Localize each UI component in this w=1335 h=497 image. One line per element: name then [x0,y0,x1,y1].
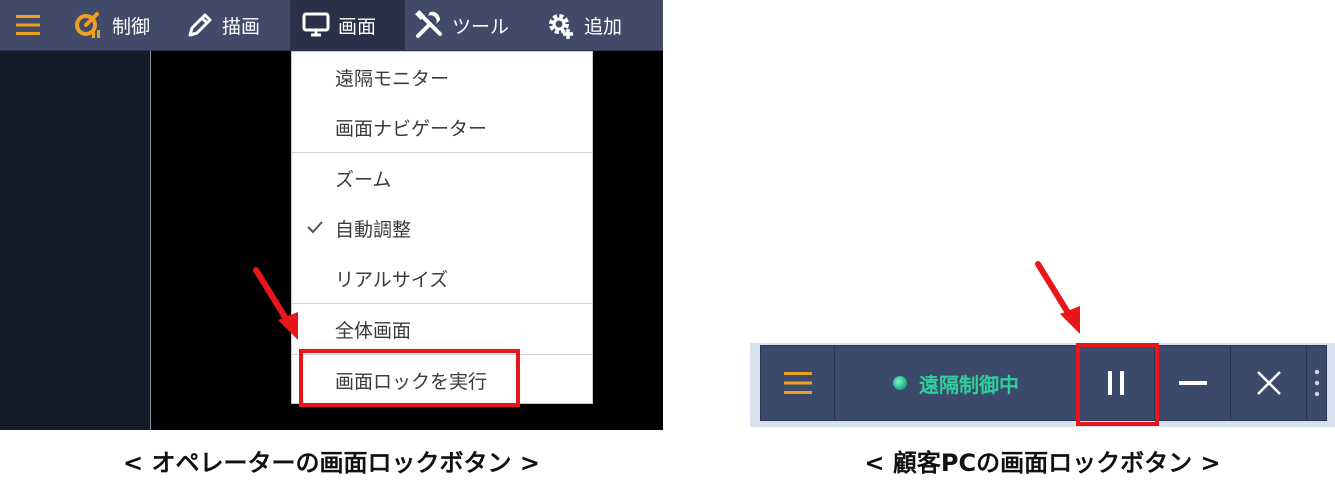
minimize-icon [1178,381,1207,385]
menu-item-label: ズーム [335,168,392,191]
vertical-dots-icon [1314,369,1320,397]
figure: 制御 描画 画面 ツール 追加 遠隔モニター 画面ナビゲーター ズーム 自動調整… [0,0,1335,497]
customer-menu-button[interactable] [761,346,835,420]
more-options-handle[interactable] [1307,346,1327,420]
menu-button[interactable] [10,0,46,50]
menu-item-screen-navigator[interactable]: 画面ナビゲーター [292,102,592,152]
control-icon [75,12,100,38]
gear-plus-icon [549,14,573,39]
menu-item-label: リアルサイズ [335,268,449,291]
customer-bar-frame: 遠隔制御中 [750,343,1335,427]
caption-customer: < 顧客PCの画面ロックボタン > [864,448,1221,477]
customer-control-bar: 遠隔制御中 [760,345,1327,421]
toolbar-screen-label: 画面 [338,15,377,38]
hamburger-icon [783,372,812,394]
toolbar-screen[interactable]: 画面 [290,0,405,50]
left-pointer-arrow [253,267,298,340]
menu-item-auto-adjust[interactable]: 自動調整 [292,203,592,253]
status-indicator-icon [893,376,907,390]
remote-control-status: 遠隔制御中 [835,346,1078,420]
toolbar-add-label: 追加 [584,15,623,38]
menu-item-label: 全体画面 [335,319,412,342]
check-icon [307,221,323,234]
close-button[interactable] [1231,346,1307,420]
tools-icon [415,10,442,38]
menu-item-label: 画面ナビゲーター [335,117,488,140]
pencil-icon [188,13,212,37]
close-icon [1256,371,1281,395]
menu-item-full-screen[interactable]: 全体画面 [292,304,592,354]
menu-item-zoom[interactable]: ズーム [292,153,592,203]
monitor-icon [302,12,330,37]
toolbar-tool[interactable]: ツール [414,0,509,50]
toolbar-draw-label: 描画 [222,15,261,38]
menu-item-label: 遠隔モニター [335,67,450,90]
operator-toolbar: 制御 描画 画面 ツール 追加 [0,0,663,51]
right-pointer-arrow [1035,261,1080,334]
menu-item-real-size[interactable]: リアルサイズ [292,253,592,303]
toolbar-control-label: 制御 [112,15,151,38]
status-text: 遠隔制御中 [919,372,1019,397]
menu-item-label: 自動調整 [335,218,412,241]
toolbar-draw[interactable]: 描画 [186,0,260,50]
hamburger-icon [16,15,40,35]
menu-item-remote-monitor[interactable]: 遠隔モニター [292,52,592,102]
minimize-button[interactable] [1155,346,1231,420]
toolbar-control[interactable]: 制御 [72,0,150,50]
operator-sidebar [0,51,151,430]
customer-lock-highlight [1076,343,1159,426]
toolbar-tool-label: ツール [452,15,510,38]
caption-operator: < オペレーターの画面ロックボタン > [123,448,540,477]
screen-lock-highlight [299,349,520,407]
toolbar-add[interactable]: 追加 [546,0,622,50]
